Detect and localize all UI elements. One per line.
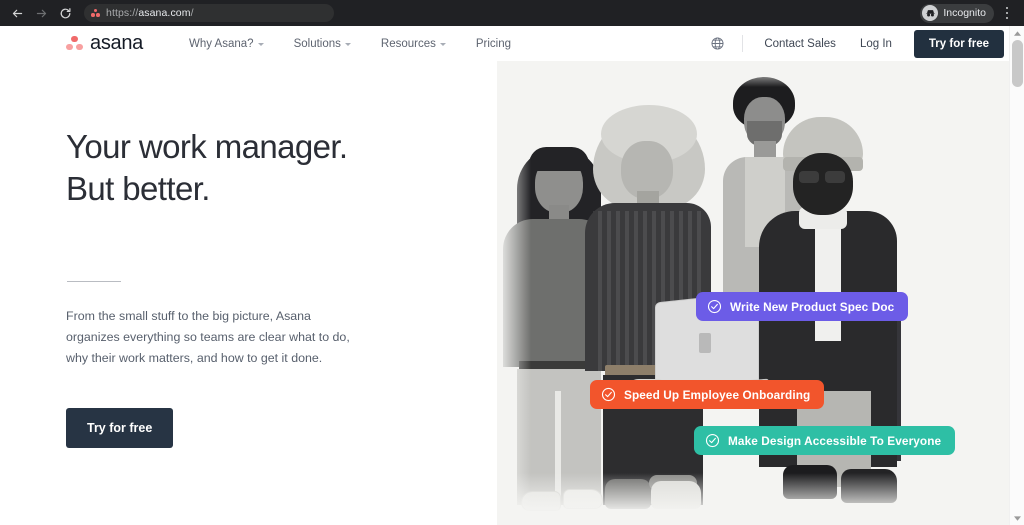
header-divider [742,35,743,52]
page-title: Your work manager. But better. [66,126,497,210]
task-chip-label: Make Design Accessible To Everyone [728,434,941,448]
check-circle-icon [707,299,722,314]
hero-section: Your work manager. But better. From the … [0,61,1024,525]
nav-label: Solutions [294,38,341,50]
hero-image-panel: Write New Product Spec Doc Speed Up Empl… [497,61,1024,525]
primary-navigation: Why Asana? Solutions Resources Pricing [174,32,526,56]
headline-line-1: Your work manager. [66,128,347,165]
browser-toolbar: https://asana.com/ Incognito [0,0,1024,26]
task-chip-employee-onboarding[interactable]: Speed Up Employee Onboarding [590,380,824,409]
reload-button[interactable] [54,2,76,24]
nav-label: Resources [381,38,436,50]
check-circle-icon [601,387,616,402]
header-utility-nav: Contact Sales Log In Try for free [700,30,1024,58]
incognito-indicator[interactable]: Incognito [920,4,994,23]
chevron-down-icon [258,43,264,46]
task-chip-label: Write New Product Spec Doc [730,300,894,314]
page-scrollbar[interactable] [1009,26,1024,525]
hero-copy-column: Your work manager. But better. From the … [0,61,497,525]
asana-logo-icon [66,36,83,52]
hero-try-for-free-button[interactable]: Try for free [66,408,173,448]
divider-rule [67,281,121,282]
asana-logo[interactable]: asana [66,32,143,55]
scrollbar-track[interactable] [1010,40,1024,511]
address-bar[interactable]: https://asana.com/ [84,4,334,22]
log-in-link[interactable]: Log In [848,32,904,56]
nav-item-solutions[interactable]: Solutions [279,32,366,56]
contact-sales-link[interactable]: Contact Sales [752,32,848,56]
incognito-spy-icon [922,5,938,21]
scroll-down-arrow-icon[interactable] [1014,511,1021,525]
forward-button[interactable] [30,2,52,24]
back-button[interactable] [6,2,28,24]
brand-wordmark: asana [90,32,143,55]
chrome-right-controls: Incognito [920,3,1018,23]
chevron-down-icon [440,43,446,46]
language-selector[interactable] [700,36,735,51]
task-chip-design-accessible[interactable]: Make Design Accessible To Everyone [694,426,955,455]
task-chip-write-spec-doc[interactable]: Write New Product Spec Doc [696,292,908,321]
hero-subcopy: From the small stuff to the big picture,… [66,306,366,369]
task-chip-label: Speed Up Employee Onboarding [624,388,810,402]
nav-label: Pricing [476,38,511,50]
nav-label: Why Asana? [189,38,254,50]
headline-line-2: But better. [66,170,210,207]
incognito-label: Incognito [943,7,986,19]
url-text: https://asana.com/ [106,7,194,19]
nav-item-why-asana[interactable]: Why Asana? [174,32,279,56]
scroll-up-arrow-icon[interactable] [1014,26,1021,40]
globe-icon [710,36,725,51]
nav-item-resources[interactable]: Resources [366,32,461,56]
page-viewport: asana Why Asana? Solutions Resources Pri… [0,26,1024,525]
chevron-down-icon [345,43,351,46]
scrollbar-thumb[interactable] [1012,40,1023,87]
header-try-for-free-button[interactable]: Try for free [914,30,1004,58]
asana-favicon [91,9,100,18]
check-circle-icon [705,433,720,448]
kebab-menu-icon[interactable] [998,3,1016,23]
site-header: asana Why Asana? Solutions Resources Pri… [0,26,1024,61]
nav-item-pricing[interactable]: Pricing [461,32,526,56]
